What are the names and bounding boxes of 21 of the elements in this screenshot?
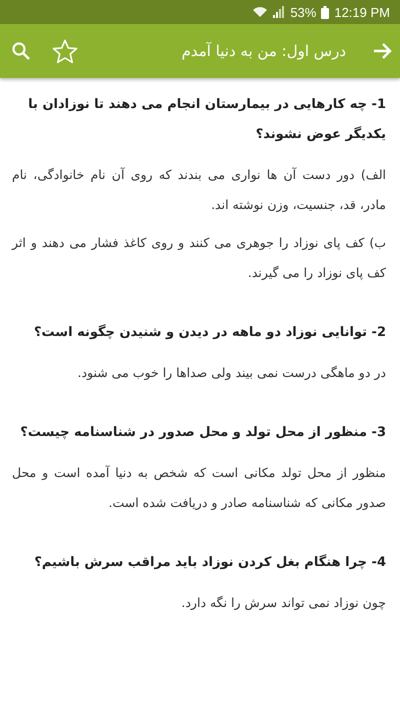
favorite-button[interactable] (52, 38, 78, 64)
question-text: 1- چه کارهایی در بیمارستان انجام می دهند تا نوزادان با یکدیگر عوض نشوند؟ (27, 96, 386, 144)
battery-icon (321, 6, 330, 18)
wifi-icon (252, 6, 268, 18)
battery-percentage: 53% (290, 4, 316, 20)
question-text: 3- منظور از محل تولد و محل صدور در شناسنامه چیست؟ (19, 424, 386, 442)
clock: 12:19 PM (334, 4, 390, 20)
answer-text: الف) دور دست آن ها نواری می بندند که روی آن نام خانوادگی، نام مادر، قد، جنسیت، وزن نوشته اند. (12, 166, 386, 214)
star-icon (52, 38, 78, 64)
question-text: 2- توانایی نوزاد دو ماهه در دیدن و شنیدن چگونه است؟ (33, 323, 386, 342)
answer-text: چون نوزاد نمی تواند سرش را نگه دارد. (180, 594, 386, 612)
answer-text: ب) کف پای نوزاد را جوهری می کنند و روی کاغذ فشار می دهند و اثر کف پای نوزاد را می گیرند. (12, 234, 386, 282)
answer-text: منظور از محل تولد مکانی است که شخص به دنیا آمده است و محل صدور مکانی که شناسنامه صادر و دریافت شده است. (12, 464, 386, 512)
search-icon (12, 42, 30, 60)
back-button[interactable] (372, 42, 392, 60)
signal-icon (273, 6, 286, 18)
arrow-icon (372, 42, 392, 60)
search-button[interactable] (12, 42, 30, 60)
lesson-title: درس اول: من به دنیا آمدم (180, 42, 347, 60)
question-text: 4- چرا هنگام بغل کردن نوزاد باید مراقب سرش باشیم؟ (33, 553, 386, 572)
answer-text: در دو ماهگی درست نمی بیند ولی صداها را خوب می شنود. (76, 364, 386, 382)
